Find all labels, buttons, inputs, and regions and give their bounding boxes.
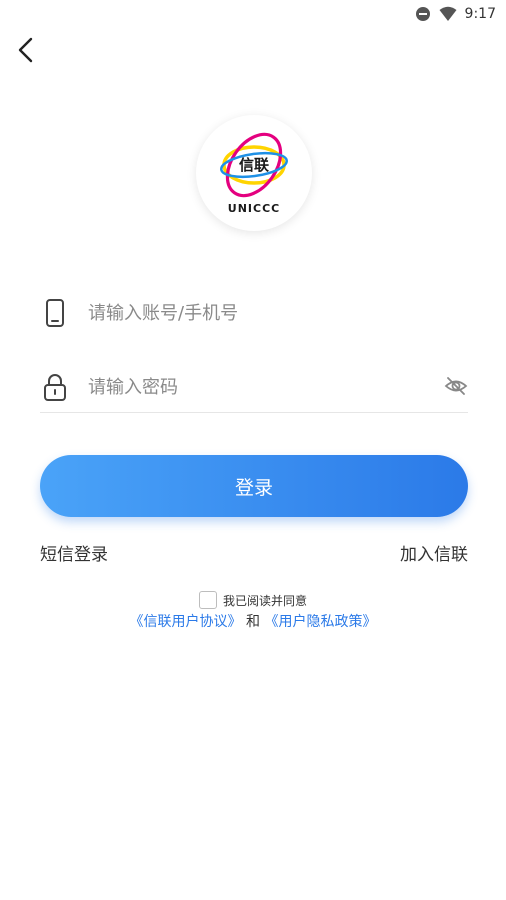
do-not-disturb-icon (415, 7, 430, 21)
password-input[interactable] (86, 372, 420, 402)
join-link[interactable]: 加入信联 (400, 540, 468, 565)
terms-row: 《信联用户协议》 和 《用户隐私政策》 (0, 611, 506, 631)
lock-icon (44, 374, 66, 401)
back-button[interactable] (10, 33, 40, 67)
sms-login-link[interactable]: 短信登录 (40, 540, 108, 565)
account-field (40, 286, 468, 338)
agreement-checkbox[interactable] (198, 591, 217, 609)
wifi-icon (439, 6, 457, 21)
account-input[interactable] (86, 298, 420, 328)
privacy-policy-link[interactable]: 《用户隐私政策》 (264, 614, 376, 630)
user-agreement-link[interactable]: 《信联用户协议》 (130, 614, 242, 630)
logo-mark-text: 信联 (238, 156, 269, 174)
status-icons: 9:17 (415, 4, 496, 24)
phone-icon (46, 299, 64, 327)
chevron-left-icon (18, 37, 33, 63)
app-logo: 信联 UNICCC (196, 115, 312, 231)
terms-and-text: 和 (246, 614, 260, 630)
password-field (40, 360, 468, 413)
agreement-text: 我已阅读并同意 (222, 593, 307, 608)
status-bar: 9:17 (0, 0, 506, 28)
agreement-row: 我已阅读并同意 (0, 591, 506, 609)
status-time: 9:17 (464, 6, 496, 22)
eye-hidden-icon[interactable] (444, 374, 468, 398)
logo-brand-text: UNICCC (227, 202, 281, 215)
login-button[interactable]: 登录 (40, 455, 468, 517)
